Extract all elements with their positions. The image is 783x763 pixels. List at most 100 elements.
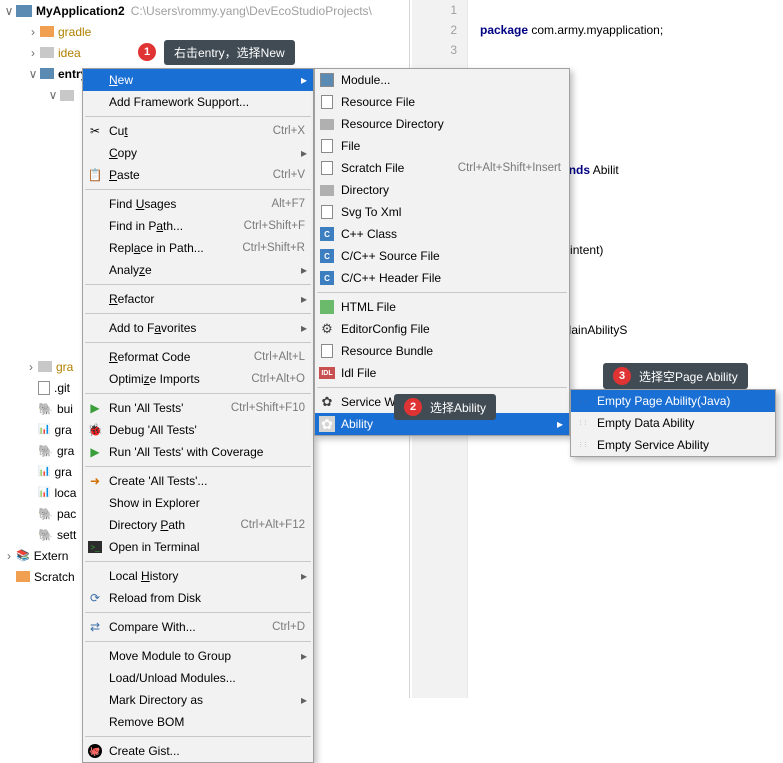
terminal-icon: >_ bbox=[87, 539, 103, 555]
ability-icon: ✿ bbox=[319, 416, 335, 432]
file-icon bbox=[319, 160, 335, 176]
menu-item-add-framework[interactable]: Add Framework Support... bbox=[83, 91, 313, 113]
menu-item-reload-disk[interactable]: ⟳Reload from Disk bbox=[83, 587, 313, 609]
context-menu-ability[interactable]: ⋮⋮Empty Page Ability(Java) ⋮⋮Empty Data … bbox=[570, 389, 776, 457]
svg-icon bbox=[319, 204, 335, 220]
menu-item-cut[interactable]: ✂CutCtrl+X bbox=[83, 120, 313, 142]
play-coverage-icon: ▶ bbox=[87, 444, 103, 460]
chevron-down-icon: ∨ bbox=[2, 4, 16, 18]
menu-item-svg-to-xml[interactable]: Svg To Xml bbox=[315, 201, 569, 223]
chevron-down-icon: ∨ bbox=[26, 67, 40, 81]
gear-icon: ✿ bbox=[319, 394, 335, 410]
gear-icon: ⚙ bbox=[319, 321, 335, 337]
menu-item-reformat[interactable]: Reformat CodeCtrl+Alt+L bbox=[83, 346, 313, 368]
reload-icon: ⟳ bbox=[87, 590, 103, 606]
folder-icon bbox=[16, 571, 30, 582]
menu-item-compare[interactable]: ⇄Compare With...Ctrl+D bbox=[83, 616, 313, 638]
menu-item-move-module[interactable]: Move Module to Group▸ bbox=[83, 645, 313, 667]
annotation-text: 选择空Page Ability bbox=[639, 368, 738, 385]
annotation-text: 右击entry，选择New bbox=[174, 44, 285, 61]
menu-item-run[interactable]: ▶Run 'All Tests'Ctrl+Shift+F10 bbox=[83, 397, 313, 419]
chevron-right-icon: › bbox=[26, 46, 40, 60]
dots-icon: ⋮⋮ bbox=[575, 393, 591, 409]
menu-item-create-gist[interactable]: 🐙Create Gist... bbox=[83, 740, 313, 762]
github-icon: 🐙 bbox=[87, 743, 103, 759]
project-root-path: C:\Users\rommy.yang\DevEcoStudioProjects… bbox=[131, 4, 372, 18]
menu-item-resource-file[interactable]: Resource File bbox=[315, 91, 569, 113]
file-icon bbox=[319, 138, 335, 154]
menu-item-resource-bundle[interactable]: Resource Bundle bbox=[315, 340, 569, 362]
menu-item-analyze[interactable]: Analyze▸ bbox=[83, 259, 313, 281]
cpp-icon: C bbox=[319, 248, 335, 264]
menu-item-new[interactable]: New▸ bbox=[83, 69, 313, 91]
menu-item-find-usages[interactable]: Find UsagesAlt+F7 bbox=[83, 193, 313, 215]
menu-item-find-in-path[interactable]: Find in Path...Ctrl+Shift+F bbox=[83, 215, 313, 237]
project-root-label: MyApplication2 bbox=[36, 4, 125, 18]
menu-item-run-coverage[interactable]: ▶Run 'All Tests' with Coverage bbox=[83, 441, 313, 463]
file-icon bbox=[319, 94, 335, 110]
menu-item-scratch-file[interactable]: Scratch FileCtrl+Alt+Shift+Insert bbox=[315, 157, 569, 179]
menu-item-replace-in-path[interactable]: Replace in Path...Ctrl+Shift+R bbox=[83, 237, 313, 259]
module-icon bbox=[16, 5, 32, 17]
menu-item-cpp-class[interactable]: CC++ Class bbox=[315, 223, 569, 245]
folder-icon bbox=[38, 361, 52, 372]
menu-item-open-terminal[interactable]: >_Open in Terminal bbox=[83, 536, 313, 558]
folder-icon bbox=[40, 26, 54, 37]
menu-item-debug[interactable]: 🐞Debug 'All Tests' bbox=[83, 419, 313, 441]
menu-item-empty-service-ability[interactable]: ⋮⋮Empty Service Ability bbox=[571, 434, 775, 456]
tree-item[interactable]: › gradle bbox=[0, 21, 409, 42]
menu-item-add-favorites[interactable]: Add to Favorites▸ bbox=[83, 317, 313, 339]
menu-item-idl-file[interactable]: IDLIdl File bbox=[315, 362, 569, 384]
menu-item-directory[interactable]: Directory bbox=[315, 179, 569, 201]
menu-item-mark-directory[interactable]: Mark Directory as▸ bbox=[83, 689, 313, 711]
cpp-icon: C bbox=[319, 270, 335, 286]
folder-icon bbox=[40, 47, 54, 58]
dots-icon: ⋮⋮ bbox=[575, 415, 591, 431]
menu-item-load-unload[interactable]: Load/Unload Modules... bbox=[83, 667, 313, 689]
annotation-callout-3: 3 选择空Page Ability bbox=[603, 363, 748, 389]
chevron-down-icon: ∨ bbox=[46, 88, 60, 102]
annotation-badge-3: 3 bbox=[613, 367, 631, 385]
menu-item-show-explorer[interactable]: Show in Explorer bbox=[83, 492, 313, 514]
dots-icon: ⋮⋮ bbox=[575, 437, 591, 453]
tree-item-label: gradle bbox=[58, 25, 91, 39]
chevron-right-icon: › bbox=[26, 25, 40, 39]
menu-item-module[interactable]: Module... bbox=[315, 69, 569, 91]
menu-item-copy[interactable]: Copy▸ bbox=[83, 142, 313, 164]
menu-item-editorconfig[interactable]: ⚙EditorConfig File bbox=[315, 318, 569, 340]
module-icon bbox=[319, 72, 335, 88]
file-icon bbox=[38, 381, 50, 395]
menu-item-html-file[interactable]: HTML File bbox=[315, 296, 569, 318]
menu-item-remove-bom[interactable]: Remove BOM bbox=[83, 711, 313, 733]
menu-item-optimize-imports[interactable]: Optimize ImportsCtrl+Alt+O bbox=[83, 368, 313, 390]
project-root-row[interactable]: ∨ MyApplication2 C:\Users\rommy.yang\Dev… bbox=[0, 0, 409, 21]
menu-item-empty-page-ability[interactable]: ⋮⋮Empty Page Ability(Java) bbox=[571, 390, 775, 412]
cpp-icon: C bbox=[319, 226, 335, 242]
menu-item-empty-data-ability[interactable]: ⋮⋮Empty Data Ability bbox=[571, 412, 775, 434]
menu-item-create-tests[interactable]: ➜Create 'All Tests'... bbox=[83, 470, 313, 492]
context-menu-new[interactable]: Module... Resource File Resource Directo… bbox=[314, 68, 570, 436]
cut-icon: ✂ bbox=[87, 123, 103, 139]
menu-item-resource-dir[interactable]: Resource Directory bbox=[315, 113, 569, 135]
menu-item-refactor[interactable]: Refactor▸ bbox=[83, 288, 313, 310]
bug-icon: 🐞 bbox=[87, 422, 103, 438]
menu-item-cpp-header[interactable]: CC/C++ Header File bbox=[315, 267, 569, 289]
menu-item-cpp-source[interactable]: CC/C++ Source File bbox=[315, 245, 569, 267]
html-icon bbox=[319, 299, 335, 315]
annotation-badge-2: 2 bbox=[404, 398, 422, 416]
play-icon: ▶ bbox=[87, 400, 103, 416]
annotation-text: 选择Ability bbox=[430, 399, 486, 416]
compare-icon: ⇄ bbox=[87, 619, 103, 635]
paste-icon: 📋 bbox=[87, 167, 103, 183]
idl-icon: IDL bbox=[319, 365, 335, 381]
menu-item-directory-path[interactable]: Directory PathCtrl+Alt+F12 bbox=[83, 514, 313, 536]
menu-item-file[interactable]: File bbox=[315, 135, 569, 157]
menu-item-paste[interactable]: 📋PasteCtrl+V bbox=[83, 164, 313, 186]
annotation-callout-2: 2 选择Ability bbox=[394, 394, 496, 420]
folder-icon bbox=[60, 90, 74, 101]
context-menu-primary[interactable]: New▸ Add Framework Support... ✂CutCtrl+X… bbox=[82, 68, 314, 763]
tree-item-label: idea bbox=[58, 46, 81, 60]
arrow-right-icon: ➜ bbox=[87, 473, 103, 489]
module-icon bbox=[40, 68, 54, 79]
menu-item-local-history[interactable]: Local History▸ bbox=[83, 565, 313, 587]
